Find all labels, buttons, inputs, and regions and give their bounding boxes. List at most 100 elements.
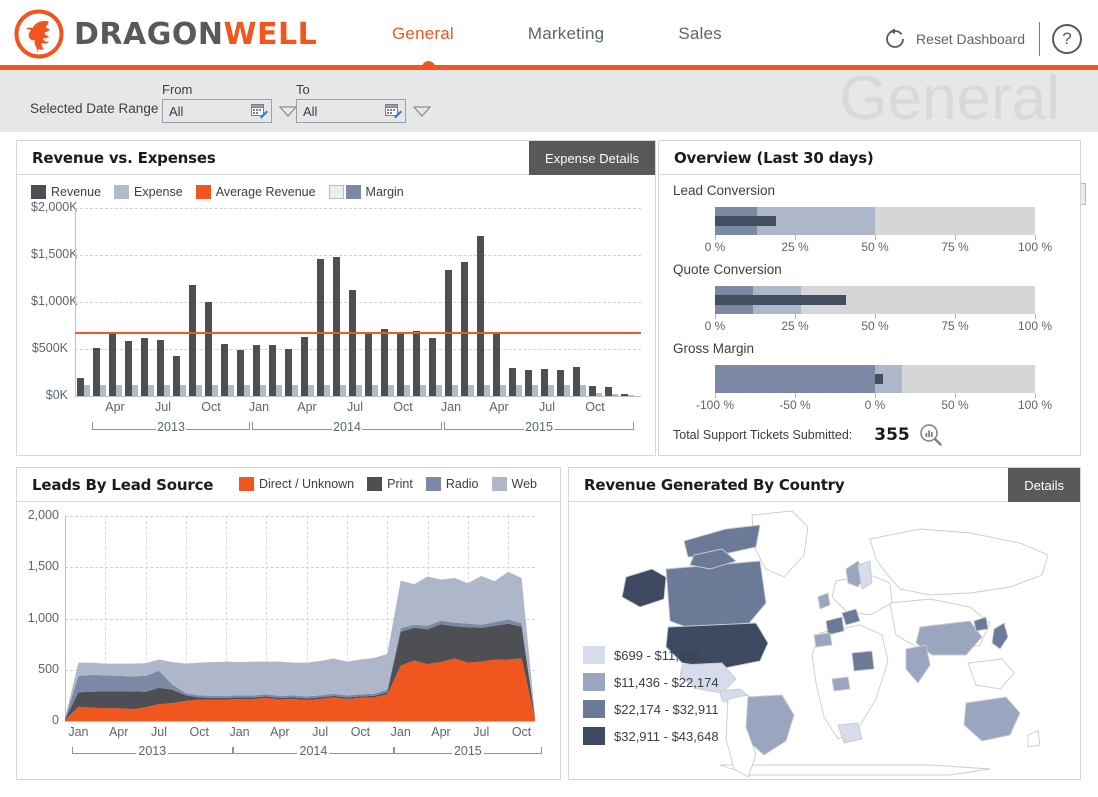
axis-tick-label: -50 % <box>779 398 811 412</box>
map-legend: $699 - $11,436 $11,436 - $22,174 $22,174… <box>583 646 719 754</box>
revenue-bar <box>429 337 436 396</box>
axis-tick-label: -100 % <box>695 398 735 412</box>
x-axis-line <box>75 396 641 397</box>
overview-panel-header: Overview (Last 30 days) <box>659 141 1080 175</box>
axis-tick-label: 100 % <box>1017 240 1053 254</box>
map-legend-label-3: $22,174 - $32,911 <box>614 701 719 717</box>
map-details-button[interactable]: Details <box>1008 468 1080 502</box>
axis-tick-label: 50 % <box>861 240 889 254</box>
map-legend-row[interactable]: $11,436 - $22,174 <box>583 673 719 691</box>
x-axis-tick-label: Jan <box>390 725 411 739</box>
map-legend-swatch-3 <box>583 700 605 718</box>
revenue-bar <box>509 368 516 396</box>
map-legend-label-1: $699 - $11,436 <box>614 647 701 663</box>
y-axis-tick-label: 2,000 <box>27 508 59 522</box>
metric-label-1: Quote Conversion <box>673 262 782 277</box>
y-axis-tick-label: $1,000K <box>31 294 78 308</box>
map-legend-row[interactable]: $699 - $11,436 <box>583 646 719 664</box>
calendar-edit-icon[interactable] <box>385 103 402 119</box>
legend-item-expense[interactable]: Expense <box>114 185 183 199</box>
x-axis-tick-label: Apr <box>270 725 290 739</box>
x-axis-tick-label: Jan <box>440 400 462 414</box>
tab-sales[interactable]: Sales <box>678 24 722 44</box>
map-region-spain[interactable] <box>813 632 833 648</box>
calendar-edit-icon[interactable] <box>251 103 268 119</box>
year-group-label: 2015 <box>525 420 553 434</box>
leads-panel-title: Leads By Lead Source <box>32 475 214 494</box>
from-date-value: All <box>169 103 184 119</box>
revenue-bar <box>605 387 612 396</box>
stacked-area-series <box>65 571 535 721</box>
legend-swatch-print <box>367 477 383 491</box>
from-date-input[interactable]: All <box>162 99 272 123</box>
map-legend-label-4: $32,911 - $43,648 <box>614 728 719 744</box>
x-axis-tick-label: Jul <box>151 725 167 739</box>
revenue-bar <box>285 349 292 396</box>
year-bracket-line <box>252 429 332 430</box>
map-region-india[interactable] <box>905 644 931 684</box>
to-date-input[interactable]: All <box>296 99 406 123</box>
x-axis-tick-label: Jul <box>539 400 555 414</box>
map-region-uk[interactable] <box>817 592 831 610</box>
x-axis-tick-label: Oct <box>350 725 371 739</box>
tab-general[interactable]: General <box>392 24 454 44</box>
leads-panel-header: Leads By Lead Source Direct / Unknown Pr… <box>17 468 560 502</box>
year-bracket-line <box>92 429 156 430</box>
map-region-alaska[interactable] <box>621 568 667 608</box>
map-region-algeria[interactable] <box>851 650 875 672</box>
refresh-counterclockwise-icon[interactable] <box>882 26 908 52</box>
from-date-filter: From All <box>162 82 297 123</box>
map-legend-row[interactable]: $32,911 - $43,648 <box>583 727 719 745</box>
revenue-bar <box>189 284 196 396</box>
revenue-bar <box>237 349 244 396</box>
help-button[interactable]: ? <box>1052 24 1082 54</box>
reset-dashboard-button[interactable]: Reset Dashboard <box>916 31 1025 47</box>
x-axis-line <box>65 721 535 722</box>
legend-item-revenue[interactable]: Revenue <box>31 185 101 199</box>
expense-details-button[interactable]: Expense Details <box>529 141 655 175</box>
legend-item-web[interactable]: Web <box>491 477 537 491</box>
overview-panel-title: Overview (Last 30 days) <box>674 148 874 167</box>
year-bracket-line <box>329 753 394 754</box>
map-panel-header: Revenue Generated By Country Details <box>569 468 1080 502</box>
map-region-canada[interactable] <box>665 560 767 634</box>
x-axis-tick-label: Apr <box>297 400 317 414</box>
revenue-panel-title: Revenue vs. Expenses <box>32 148 216 167</box>
map-panel-title: Revenue Generated By Country <box>584 475 845 494</box>
map-region-nigeria[interactable] <box>831 676 851 692</box>
support-tickets-value: 355 <box>874 425 910 445</box>
revenue-bar <box>77 378 84 396</box>
revenue-bar-chart: $0K $500K $1,000K $1,500K $2,000K Apr Jul Oct Ja… <box>31 200 641 448</box>
map-region-new-zealand[interactable] <box>1027 730 1041 748</box>
axis-tick-label: 0 % <box>704 319 726 333</box>
x-axis-tick-label: Jul <box>473 725 490 739</box>
map-region-antarctic-fringe[interactable] <box>719 764 991 776</box>
year-bracket-line <box>483 753 542 754</box>
legend-item-average-revenue[interactable]: Average Revenue <box>195 185 316 199</box>
leads-legend: Direct / Unknown Print Radio Web <box>238 477 550 491</box>
map-region-russia-eurasia[interactable] <box>869 528 1049 596</box>
map-region-south-africa[interactable] <box>837 722 863 744</box>
legend-item-margin[interactable]: Margin <box>328 185 404 199</box>
revenue-bar <box>381 329 388 396</box>
legend-item-direct-unknown[interactable]: Direct / Unknown <box>238 477 354 491</box>
map-region-australia[interactable] <box>963 696 1021 742</box>
chart-magnifier-icon[interactable] <box>919 423 943 447</box>
revenue-bar <box>477 236 484 396</box>
revenue-bar <box>557 370 564 396</box>
tab-marketing[interactable]: Marketing <box>528 24 604 44</box>
to-date-value: All <box>303 103 318 119</box>
legend-item-print[interactable]: Print <box>367 477 413 491</box>
axis-tick-label: 0 % <box>704 240 726 254</box>
from-dropdown-caret-icon[interactable] <box>279 106 297 117</box>
revenue-bar <box>253 345 260 396</box>
map-legend-row[interactable]: $22,174 - $32,911 <box>583 700 719 718</box>
axis-tick-label: 75 % <box>941 240 969 254</box>
map-region-sea-islands[interactable] <box>967 658 1015 690</box>
to-dropdown-caret-icon[interactable] <box>413 106 431 117</box>
brand-logo[interactable]: DRAGONWELL <box>14 9 317 59</box>
to-date-filter: To All <box>296 82 431 123</box>
map-region-japan[interactable] <box>991 622 1009 650</box>
legend-item-radio[interactable]: Radio <box>425 477 479 491</box>
revenue-bar <box>541 368 548 396</box>
